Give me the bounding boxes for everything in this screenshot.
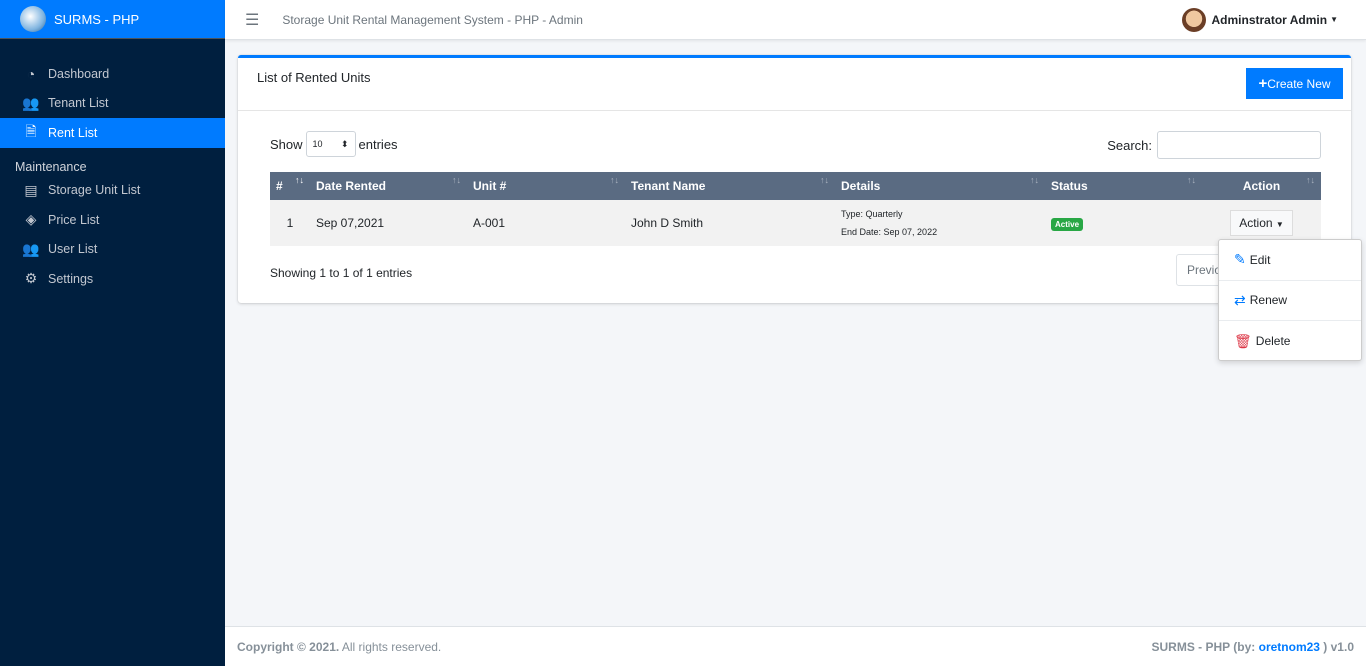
avatar bbox=[1181, 7, 1206, 32]
entries-select[interactable]: 10 ⬍ bbox=[305, 131, 356, 157]
entries-label: entries bbox=[358, 136, 398, 152]
caret-down-icon: ▼ bbox=[1275, 220, 1284, 229]
cell-date-rented: Sep 07,2021 bbox=[310, 200, 467, 246]
sidebar-item-price-list[interactable]: ◈ Price List bbox=[0, 205, 225, 235]
menu-item-delete[interactable]: 🗑 Delete bbox=[1219, 321, 1361, 362]
search-input[interactable] bbox=[1157, 131, 1321, 159]
entries-value: 10 bbox=[312, 139, 323, 149]
sidebar-item-storage-unit-list[interactable]: ▤ Storage Unit List bbox=[0, 176, 225, 206]
cogs-icon: ⚙ bbox=[24, 270, 38, 287]
trash-icon: 🗑 bbox=[1234, 332, 1252, 349]
details-type: Type: Quarterly bbox=[841, 209, 903, 219]
plus-icon: + bbox=[1258, 75, 1268, 92]
table-row: 1 Sep 07,2021 A-001 John D Smith Type: Q… bbox=[270, 200, 1321, 246]
brand-name: SURMS - PHP bbox=[54, 11, 140, 27]
user-menu[interactable]: Adminstrator Admin ▼ bbox=[1181, 7, 1338, 32]
card-title: List of Rented Units bbox=[257, 70, 371, 85]
sidebar-item-label: Storage Unit List bbox=[48, 183, 141, 198]
select-arrows-icon: ⬍ bbox=[340, 138, 349, 149]
table-info: Showing 1 to 1 of 1 entries bbox=[270, 266, 413, 280]
tags-icon: ◈ bbox=[25, 211, 37, 228]
column-header-action[interactable]: Action ↑↓ bbox=[1202, 172, 1321, 200]
status-badge: Active bbox=[1051, 218, 1084, 231]
caret-down-icon: ▼ bbox=[1330, 15, 1338, 24]
details-end-date: End Date: Sep 07, 2022 bbox=[841, 227, 938, 237]
author-link[interactable]: oretnom23 bbox=[1259, 640, 1320, 654]
column-header-date-rented[interactable]: Date Rented ↑↓ bbox=[310, 172, 467, 200]
sidebar-item-dashboard[interactable]: ◔ Dashboard bbox=[0, 59, 225, 89]
sidebar-item-rent-list[interactable]: 🗎 Rent List bbox=[0, 118, 225, 148]
app-title: Storage Unit Rental Management System - … bbox=[282, 12, 583, 27]
show-label: Show bbox=[270, 136, 303, 152]
sidebar-item-label: Rent List bbox=[48, 125, 98, 140]
retweet-icon: ⇄ bbox=[1234, 291, 1246, 308]
sidebar-item-label: Settings bbox=[48, 271, 94, 286]
footer: Copyright © 2021. All rights reserved. S… bbox=[225, 626, 1366, 666]
menu-item-renew[interactable]: ⇄ Renew bbox=[1219, 281, 1361, 321]
edit-icon: ✎ bbox=[1234, 251, 1246, 268]
cell-tenant-name: John D Smith bbox=[625, 200, 835, 246]
column-header-details[interactable]: Details ↑↓ bbox=[835, 172, 1045, 200]
sidebar-section-maintenance: Maintenance bbox=[15, 159, 87, 174]
topbar: ☰ Storage Unit Rental Management System … bbox=[225, 0, 1366, 40]
sidebar: SURMS - PHP ◔ Dashboard 👥 Tenant List 🗎 Ren… bbox=[0, 0, 225, 666]
menu-toggle-icon[interactable]: ☰ bbox=[245, 10, 259, 30]
tachometer-icon: ◔ bbox=[26, 65, 36, 82]
menu-item-edit[interactable]: ✎ Edit bbox=[1219, 240, 1361, 281]
sidebar-item-label: Price List bbox=[48, 212, 100, 227]
brand-link[interactable]: SURMS - PHP bbox=[0, 0, 225, 39]
column-header-status[interactable]: Status ↑↓ bbox=[1045, 172, 1202, 200]
copyright: Copyright © 2021. All rights reserved. bbox=[237, 639, 442, 654]
warehouse-icon: ▤ bbox=[24, 181, 38, 198]
footer-credit: SURMS - PHP (by: oretnom23 ) v1.0 bbox=[1151, 639, 1354, 654]
action-dropdown-menu: ✎ Edit ⇄ Renew 🗑 Delete bbox=[1218, 239, 1362, 361]
sidebar-item-user-list[interactable]: 👥 User List bbox=[0, 235, 225, 265]
sidebar-item-tenant-list[interactable]: 👥 Tenant List bbox=[0, 89, 225, 119]
brand-logo bbox=[20, 6, 46, 32]
rented-units-table: # ↑↓ Date Rented ↑↓ Unit # ↑↓ Tenant Name ↑↓… bbox=[270, 172, 1321, 246]
create-new-label: Create New bbox=[1267, 77, 1331, 91]
sidebar-item-label: User List bbox=[48, 242, 98, 257]
sidebar-item-settings[interactable]: ⚙ Settings bbox=[0, 264, 225, 294]
column-header-unit[interactable]: Unit # ↑↓ bbox=[467, 172, 625, 200]
create-new-button[interactable]: +Create New bbox=[1246, 68, 1343, 99]
column-header-number[interactable]: # ↑↓ bbox=[270, 172, 310, 200]
cell-number: 1 bbox=[270, 200, 310, 246]
sidebar-item-label: Dashboard bbox=[48, 66, 110, 81]
rented-units-card: List of Rented Units +Create New Show 10 ⬍… bbox=[238, 55, 1351, 303]
cell-unit: A-001 bbox=[467, 200, 625, 246]
search-label: Search: bbox=[1107, 137, 1152, 153]
file-contract-icon: 🗎 bbox=[25, 122, 37, 139]
sidebar-item-label: Tenant List bbox=[48, 96, 109, 111]
action-dropdown-button[interactable]: Action ▼ bbox=[1230, 210, 1293, 236]
cell-status: Active bbox=[1045, 200, 1202, 246]
users-icon: 👥 bbox=[22, 94, 40, 111]
column-header-tenant-name[interactable]: Tenant Name ↑↓ bbox=[625, 172, 835, 200]
cell-details: Type: Quarterly End Date: Sep 07, 2022 bbox=[835, 200, 1045, 246]
user-name: Adminstrator Admin bbox=[1211, 12, 1328, 27]
users-icon: 👥 bbox=[22, 240, 40, 257]
